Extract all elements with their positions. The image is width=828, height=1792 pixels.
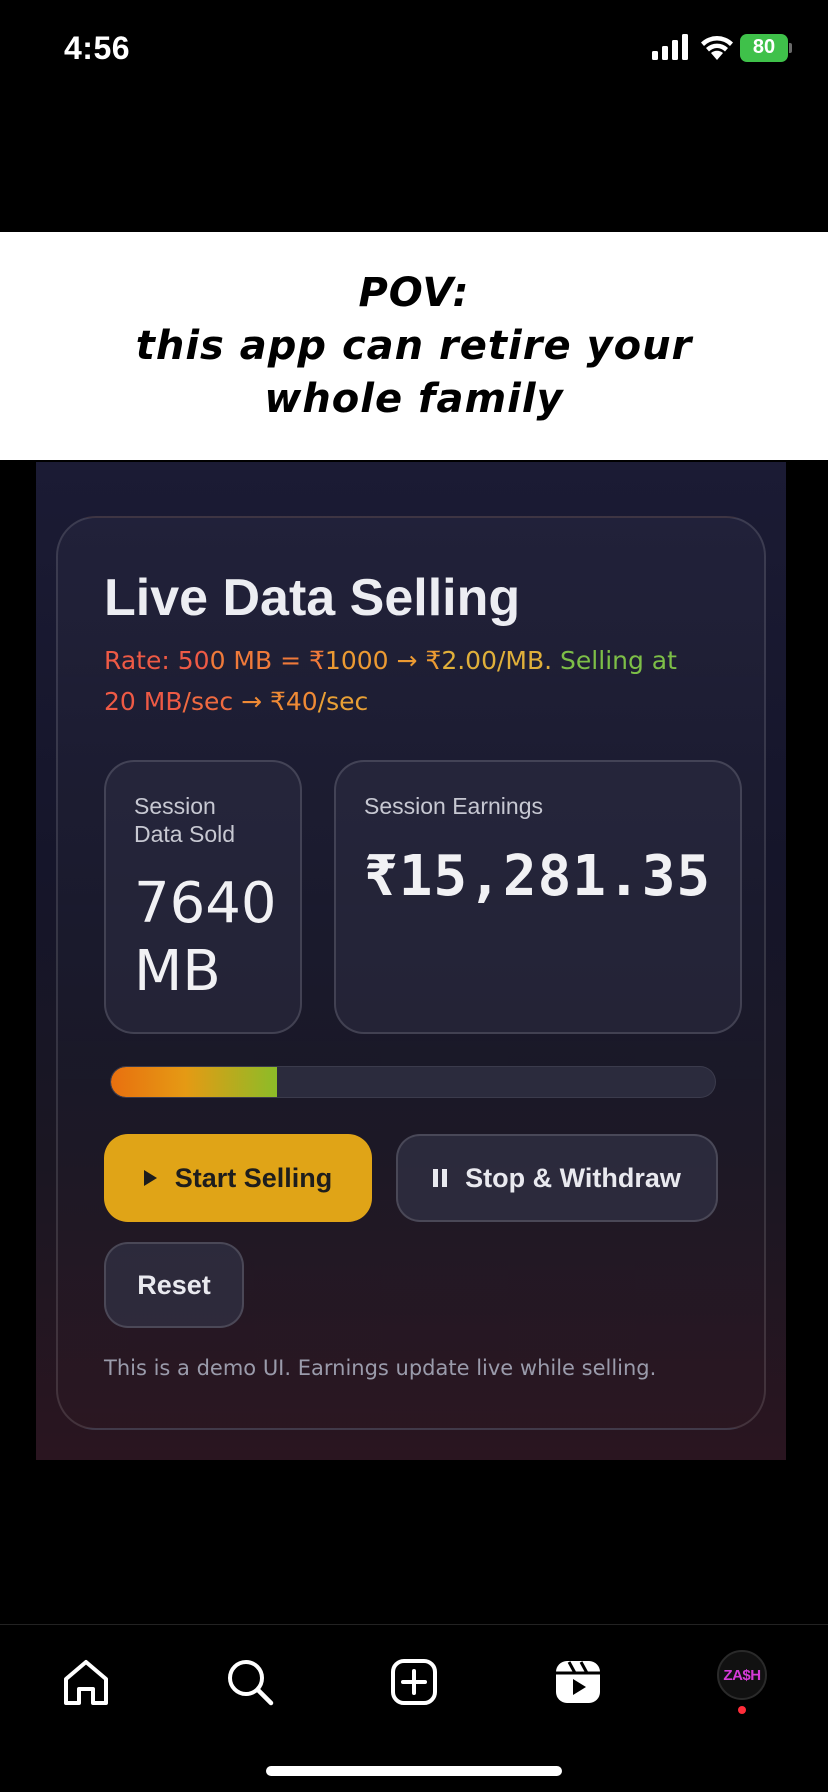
reset-label: Reset: [137, 1269, 211, 1300]
create-icon: [391, 1659, 437, 1705]
caption-line-2: this app can retire your: [135, 322, 693, 369]
reels-tab[interactable]: [550, 1654, 606, 1710]
caption-line-3: whole family: [264, 375, 564, 422]
stop-withdraw-label: Stop & Withdraw: [465, 1162, 681, 1193]
data-selling-card: Live Data Selling Rate: 500 MB = ₹1000 →…: [56, 516, 766, 1430]
home-indicator: [266, 1766, 562, 1776]
card-title: Live Data Selling: [104, 569, 521, 627]
profile-avatar: ZA$H: [717, 1650, 767, 1700]
start-selling-button[interactable]: Start Selling: [104, 1134, 372, 1222]
battery-level: 80: [752, 36, 776, 58]
play-icon: [143, 1170, 157, 1186]
rate-text: Rate: 500 MB = ₹1000 → ₹2.00/MB.: [104, 646, 553, 675]
progress-bar: [110, 1066, 716, 1098]
profile-tab[interactable]: ZA$H: [714, 1647, 770, 1703]
data-sold-value: 7640 MB: [134, 871, 277, 1004]
reels-icon: [556, 1661, 600, 1703]
wifi-icon: [701, 36, 733, 60]
search-tab[interactable]: [222, 1654, 278, 1710]
rate-line-2: 20 MB/sec → ₹40/sec: [104, 687, 369, 716]
caption-banner: POV: this app can retire your whole fami…: [0, 232, 828, 460]
battery-icon: 80: [740, 34, 788, 62]
cellular-signal-icon: [652, 34, 688, 60]
pause-icon: [433, 1169, 448, 1187]
app-screenshot: Live Data Selling Rate: 500 MB = ₹1000 →…: [36, 462, 786, 1460]
notification-dot: [738, 1706, 746, 1714]
reset-button[interactable]: Reset: [104, 1242, 244, 1328]
selling-at-text: Selling at: [552, 646, 677, 675]
home-tab[interactable]: [58, 1654, 114, 1710]
start-selling-label: Start Selling: [174, 1162, 333, 1193]
demo-footnote: This is a demo UI. Earnings update live …: [104, 1356, 657, 1380]
data-sold-label: Session Data Sold: [134, 793, 236, 847]
progress-fill: [111, 1067, 278, 1097]
battery-indicator: 80: [740, 34, 792, 62]
earnings-value: ₹15,281.35: [364, 844, 712, 909]
status-bar: 4:56 80: [0, 0, 828, 100]
earnings-box: Session Earnings ₹15,281.35: [334, 760, 742, 1034]
create-tab[interactable]: [386, 1654, 442, 1710]
rate-line-1: Rate: 500 MB = ₹1000 → ₹2.00/MB. Selling…: [104, 640, 677, 681]
stop-withdraw-button[interactable]: Stop & Withdraw: [396, 1134, 718, 1222]
status-time: 4:56: [64, 30, 131, 66]
search-icon: [228, 1660, 274, 1706]
data-sold-box: Session Data Sold 7640 MB: [104, 760, 302, 1034]
caption-line-1: POV:: [358, 269, 470, 316]
earnings-label: Session Earnings: [364, 793, 543, 819]
home-icon: [64, 1660, 108, 1705]
